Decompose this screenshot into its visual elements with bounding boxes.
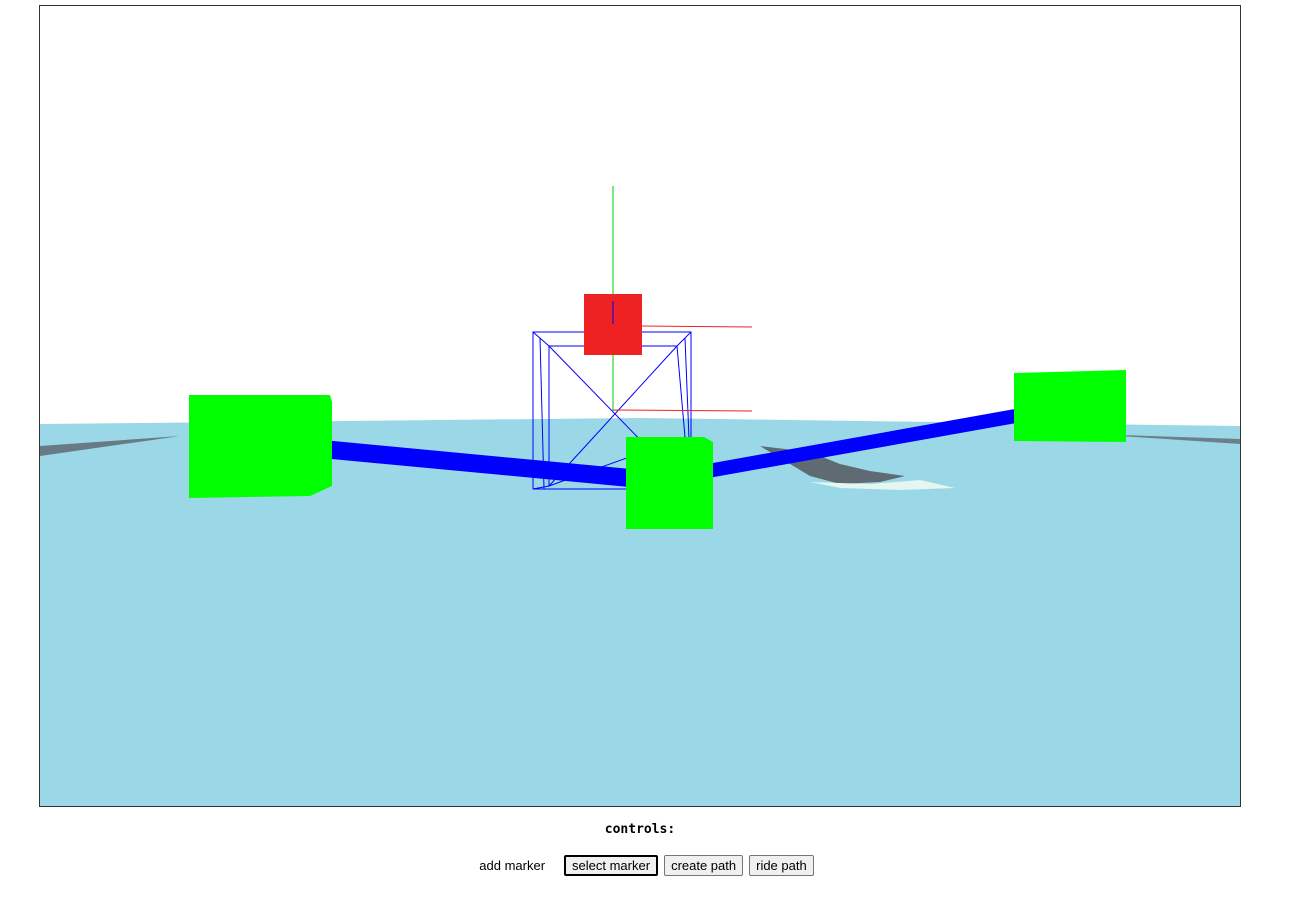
add-marker-button[interactable]: add marker <box>472 855 558 876</box>
controls-toolbar: add marker select marker create path rid… <box>0 855 1286 876</box>
scene-canvas[interactable] <box>40 6 1240 806</box>
marker-center[interactable] <box>626 437 713 529</box>
controls-heading: controls: <box>604 822 676 837</box>
3d-viewport[interactable] <box>39 5 1241 807</box>
create-path-button[interactable]: create path <box>664 855 744 876</box>
ride-path-button[interactable]: ride path <box>749 855 814 876</box>
marker-right[interactable] <box>1014 370 1126 442</box>
select-marker-button[interactable]: select marker <box>564 855 659 876</box>
marker-left[interactable] <box>189 395 332 498</box>
